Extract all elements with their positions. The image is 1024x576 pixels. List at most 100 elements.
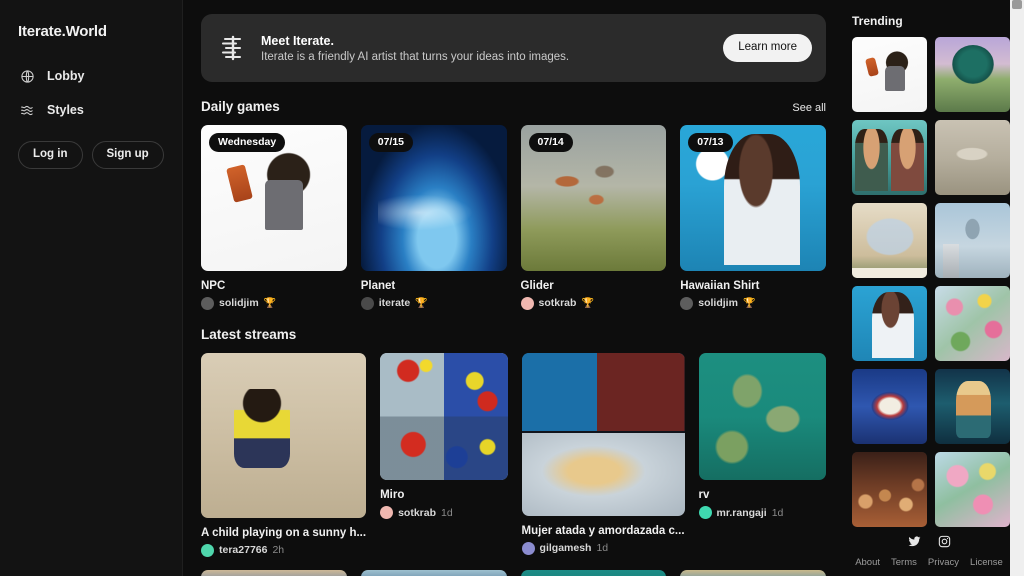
promo-banner: Meet Iterate. Iterate is a friendly AI a… — [201, 14, 826, 82]
trending-thumb-angel[interactable] — [935, 369, 1010, 444]
card-badge: 07/14 — [528, 133, 573, 152]
login-button[interactable]: Log in — [18, 141, 83, 169]
page-scrollbar[interactable] — [1010, 0, 1024, 576]
card-thumbnail[interactable] — [521, 352, 685, 516]
instagram-icon[interactable] — [938, 535, 951, 548]
card-username[interactable]: mr.rangaji — [717, 507, 767, 519]
card-title: Miro — [380, 489, 405, 502]
card-thumbnail[interactable]: 07/13 — [680, 125, 826, 271]
card-partial-3[interactable] — [680, 569, 826, 576]
artwork — [935, 203, 1010, 278]
card-meta: sotkrab 🏆 — [520, 296, 667, 310]
link-privacy[interactable]: Privacy — [928, 557, 959, 568]
card-username[interactable]: sotkrab — [398, 507, 436, 519]
promo-subtitle: Iterate is a friendly AI artist that tur… — [261, 50, 570, 63]
iterate-logo-icon — [219, 33, 247, 63]
trending-thumb-towers[interactable] — [935, 203, 1010, 278]
artwork-miro — [380, 352, 508, 481]
artwork — [852, 203, 927, 278]
trending-thumb-album-cover[interactable] — [852, 203, 927, 278]
sidebar-item-styles[interactable]: Styles — [16, 96, 166, 124]
card-stream-3[interactable]: rv mr.rangaji 1d — [698, 352, 826, 557]
card-title: NPC — [201, 279, 226, 292]
trending-thumb-floral[interactable] — [935, 286, 1010, 361]
card-daily-3[interactable]: 07/13 Hawaiian Shirt solidjim 🏆 — [680, 125, 826, 310]
learn-more-button[interactable]: Learn more — [723, 34, 812, 62]
section-title-latest-streams: Latest streams — [201, 326, 297, 342]
trending-grid — [852, 37, 1010, 527]
artwork — [852, 286, 927, 361]
card-stream-0[interactable]: A child playing on a sunny h... tera2776… — [201, 352, 367, 557]
card-thumbnail[interactable] — [201, 352, 367, 518]
card-stream-2[interactable]: Mujer atada y amordazada c... gilgamesh … — [521, 352, 685, 557]
avatar — [521, 541, 535, 555]
card-meta: solidjim 🏆 — [201, 296, 347, 310]
avatar — [520, 296, 534, 310]
artwork-rv — [698, 352, 826, 481]
artwork — [935, 286, 1010, 361]
trending-thumb-eagle[interactable] — [935, 120, 1010, 195]
legal-links: About Terms Privacy License — [844, 557, 1014, 568]
card-meta: solidjim 🏆 — [680, 296, 826, 310]
card-thumbnail[interactable]: 07/15 — [360, 125, 507, 271]
promo-text: Meet Iterate. Iterate is a friendly AI a… — [261, 34, 709, 63]
trending-thumb-crowd[interactable] — [852, 452, 927, 527]
trophy-icon: 🏆 — [581, 297, 594, 309]
promo-title: Meet Iterate. — [261, 33, 334, 48]
card-thumbnail[interactable]: Wednesday — [201, 125, 347, 271]
card-daily-0[interactable]: Wednesday NPC solidjim 🏆 — [201, 125, 347, 310]
see-all-link[interactable]: See all — [792, 102, 826, 114]
signup-button[interactable]: Sign up — [91, 141, 164, 169]
artwork — [935, 452, 1010, 527]
card-partial-0[interactable] — [201, 569, 347, 576]
trending-thumb-hawaiian-shirt[interactable] — [852, 286, 927, 361]
trending-thumb-eye[interactable] — [852, 369, 927, 444]
trending-thumb-portraits[interactable] — [852, 120, 927, 195]
waves-icon — [19, 102, 36, 119]
card-partial-1[interactable] — [360, 569, 507, 576]
app-root: Iterate.World Lobby Styles Log in Sign u — [0, 0, 1024, 576]
artwork-child-on-beach — [201, 352, 367, 518]
card-title: rv — [698, 489, 710, 502]
card-thumbnail[interactable] — [380, 352, 508, 481]
avatar — [201, 543, 214, 557]
artwork — [935, 120, 1010, 195]
card-meta: gilgamesh 1d — [521, 541, 685, 555]
card-daily-2[interactable]: 07/14 Glider sotkrab 🏆 — [520, 125, 667, 310]
trending-sidebar: Trending About Terms Privacy License — [844, 0, 1024, 576]
link-license[interactable]: License — [970, 557, 1003, 568]
sidebar-item-lobby[interactable]: Lobby — [16, 62, 166, 90]
card-username[interactable]: sotkrab — [539, 297, 577, 309]
link-about[interactable]: About — [855, 557, 880, 568]
card-timestamp: 2h — [272, 544, 285, 557]
sidebar-footer: About Terms Privacy License — [844, 535, 1014, 568]
card-username[interactable]: iterate — [379, 297, 411, 309]
trending-thumb-npc[interactable] — [852, 37, 927, 112]
card-daily-1[interactable]: 07/15 Planet iterate 🏆 — [360, 125, 507, 310]
next-row-partial — [201, 569, 826, 576]
scrollbar-thumb[interactable] — [1012, 0, 1022, 9]
daily-games-row: Wednesday NPC solidjim 🏆 07/15 Planet it… — [201, 125, 826, 310]
trending-thumb-tree[interactable] — [935, 37, 1010, 112]
avatar — [360, 296, 374, 310]
card-username[interactable]: tera27766 — [219, 544, 267, 556]
trending-thumb-pink-floral[interactable] — [935, 452, 1010, 527]
card-meta: sotkrab 1d — [380, 506, 507, 520]
avatar — [201, 296, 214, 310]
card-username[interactable]: solidjim — [698, 297, 738, 309]
card-thumbnail[interactable]: 07/14 — [520, 125, 667, 271]
brand-logo[interactable]: Iterate.World — [18, 23, 166, 40]
twitter-icon[interactable] — [908, 535, 921, 548]
artwork — [852, 37, 927, 112]
section-title-daily-games: Daily games — [201, 99, 280, 114]
card-username[interactable]: solidjim — [219, 297, 259, 309]
trophy-icon: 🏆 — [415, 297, 428, 309]
social-links — [844, 535, 1014, 548]
card-title: A child playing on a sunny h... — [201, 526, 367, 539]
card-thumbnail[interactable] — [698, 352, 826, 481]
link-terms[interactable]: Terms — [891, 557, 917, 568]
card-stream-1[interactable]: Miro sotkrab 1d — [380, 352, 508, 557]
card-partial-2[interactable] — [520, 569, 667, 576]
card-username[interactable]: gilgamesh — [540, 542, 592, 554]
auth-buttons: Log in Sign up — [16, 141, 166, 169]
